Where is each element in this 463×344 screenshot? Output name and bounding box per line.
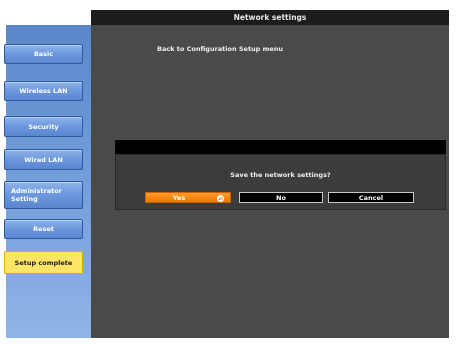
back-to-configuration-link[interactable]: Back to Configuration Setup menu: [157, 45, 283, 53]
yes-button[interactable]: Yes: [145, 192, 231, 203]
cancel-button[interactable]: Cancel: [328, 192, 414, 203]
sidebar-item-reset[interactable]: Reset: [4, 219, 83, 239]
sidebar-item-basic[interactable]: Basic: [4, 44, 83, 64]
no-button-label: No: [276, 193, 286, 202]
sidebar-item-label: Wired LAN: [24, 155, 63, 164]
cancel-button-label: Cancel: [358, 193, 384, 202]
sidebar-item-wired-lan[interactable]: Wired LAN: [4, 149, 83, 170]
yes-button-label: Yes: [172, 193, 186, 202]
sidebar-item-label: Basic: [33, 50, 54, 58]
sidebar-top-strip: [6, 10, 91, 25]
no-button[interactable]: No: [239, 192, 323, 203]
sidebar-item-label-line2: Setting: [11, 195, 38, 203]
sidebar-item-label: Setup complete: [14, 258, 73, 267]
enter-icon: [217, 194, 224, 202]
sidebar-item-security[interactable]: Security: [4, 116, 83, 137]
sidebar-item-label-line1: Administrator: [11, 187, 62, 195]
dialog-header: [115, 140, 446, 154]
sidebar-item-label: Security: [28, 122, 59, 131]
sidebar-item-setup-complete[interactable]: Setup complete: [4, 251, 83, 274]
sidebar-item-label: Administrator Setting: [11, 187, 62, 203]
sidebar-item-label: Wireless LAN: [19, 87, 68, 95]
sidebar-item-administrator-setting[interactable]: Administrator Setting: [4, 181, 83, 209]
dialog-message: Save the network settings?: [230, 171, 331, 179]
window-title: Network settings: [91, 10, 449, 25]
projector-screen: Network settings Basic Wireless LAN Secu…: [0, 0, 463, 344]
sidebar-item-wireless-lan[interactable]: Wireless LAN: [4, 81, 83, 101]
sidebar-item-label: Reset: [33, 225, 54, 233]
